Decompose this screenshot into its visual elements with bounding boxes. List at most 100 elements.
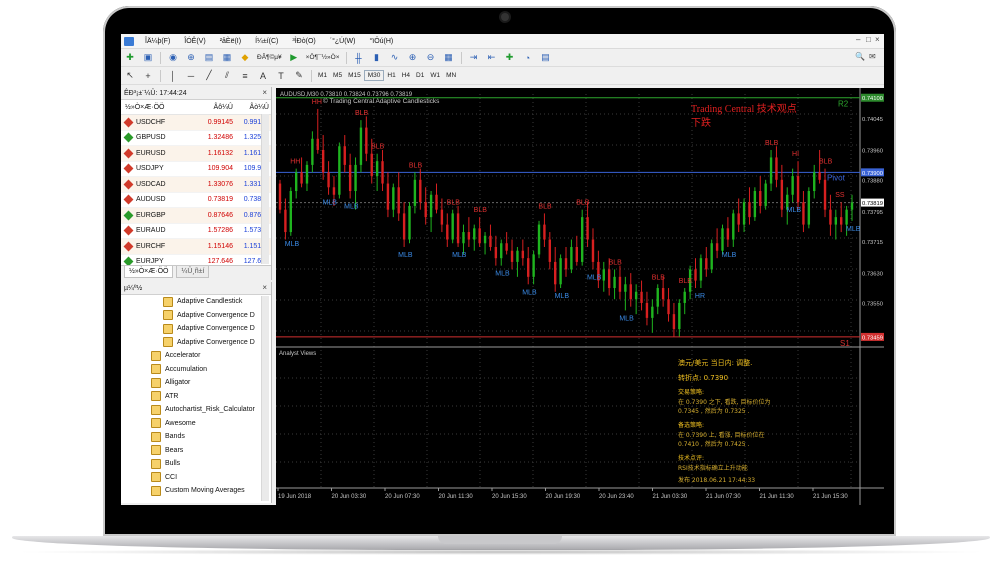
shapes-icon[interactable]: ✎	[292, 69, 306, 83]
navigator-item[interactable]: Bears	[121, 444, 271, 458]
menu-help[interactable]: °ïÖú(H)	[362, 38, 400, 45]
chat-icon[interactable]: ✉	[869, 52, 876, 61]
indicator-icon	[151, 364, 161, 375]
market-watch-row[interactable]: USDJPY 109.904 109.924	[121, 162, 271, 177]
strategy-tester-icon[interactable]: ◆	[238, 51, 252, 65]
navigator-item[interactable]: Awesome	[121, 417, 271, 431]
restore-icon[interactable]: □	[866, 35, 871, 44]
tile-windows-icon[interactable]: ▦	[442, 51, 456, 65]
analysis-text: 发布 2018.06.21 17:44:33	[678, 476, 755, 484]
vertical-line-icon[interactable]: │	[166, 69, 180, 83]
candle-body	[500, 243, 503, 259]
navigator-item[interactable]: Autochartist_Risk_Calculator	[121, 403, 271, 417]
navigator-icon[interactable]: ▤	[202, 51, 216, 65]
navigator-item[interactable]: Bands	[121, 430, 271, 444]
market-watch-icon[interactable]: ◉	[166, 51, 180, 65]
close-icon[interactable]: ×	[262, 88, 267, 97]
candle-body	[483, 235, 487, 244]
market-watch-row[interactable]: AUDUSD 0.73819 0.73844	[121, 193, 271, 208]
timeframe-h4[interactable]: H4	[399, 71, 413, 80]
column-header-ask[interactable]: Âò¼Û	[233, 104, 269, 111]
navigator-item[interactable]: Accelerator	[121, 349, 271, 363]
cursor-icon[interactable]: ↖	[123, 69, 137, 83]
tab-tick-chart[interactable]: ¼Û¸ñ±í	[176, 266, 210, 278]
navigator-item[interactable]: Adaptive Candlestick	[121, 295, 271, 309]
candle-body	[753, 191, 757, 218]
navigator-item[interactable]: Adaptive Convergence D	[121, 309, 271, 323]
market-watch-row[interactable]: EURCHF 1.15146 1.15182	[121, 239, 271, 255]
column-header-bid[interactable]: Âô¼Û	[195, 104, 233, 111]
indicators-icon[interactable]: ✚	[503, 51, 517, 65]
timeframe-h1[interactable]: H1	[384, 71, 398, 80]
periods-icon[interactable]: ◔	[521, 51, 535, 65]
menu-window[interactable]: ´°¿Ú(W)	[323, 38, 363, 45]
analysis-text: 备选策略:	[678, 421, 704, 429]
menu-tools[interactable]: ³ÌÐò(O)	[285, 38, 322, 45]
timeframe-mn[interactable]: MN	[443, 71, 459, 80]
minimize-icon[interactable]: –	[856, 35, 860, 44]
bar-chart-icon[interactable]: ╫	[352, 51, 366, 65]
timeframe-m5[interactable]: M5	[330, 71, 345, 80]
search-icon[interactable]: 🔍	[855, 52, 865, 61]
market-watch-row[interactable]: USDCHF 0.99145 0.99167	[121, 115, 271, 131]
data-window-icon[interactable]: ⊕	[184, 51, 198, 65]
autotrading-icon[interactable]: ▶	[287, 51, 301, 65]
text-icon[interactable]: A	[256, 69, 270, 83]
timeframe-m1[interactable]: M1	[315, 71, 330, 80]
market-watch-row[interactable]: EURGBP 0.87646 0.87669	[121, 208, 271, 224]
profiles-icon[interactable]: ▣	[141, 51, 155, 65]
symbol-name: EURAUD	[136, 227, 166, 235]
analysis-text: 转折点: 0.7390	[678, 373, 728, 382]
crosshair-icon[interactable]: +	[141, 69, 155, 83]
templates-icon[interactable]: ▤	[539, 51, 553, 65]
line-chart-icon[interactable]: ∿	[388, 51, 402, 65]
autotrading-button[interactable]: ×Ô¶¯½»Ò×	[303, 53, 343, 62]
trendline-icon[interactable]: ╱	[202, 69, 216, 83]
fibonacci-icon[interactable]: ≡	[238, 69, 252, 83]
candle-body	[645, 302, 649, 318]
scrollbar[interactable]	[261, 114, 269, 264]
navigator-item[interactable]: Adaptive Convergence D	[121, 336, 271, 350]
market-watch-row[interactable]: EURAUD 1.57286 1.57329	[121, 224, 271, 239]
menu-view[interactable]: ÎÓÊ(V)	[177, 38, 212, 45]
tab-symbols[interactable]: ½»Ò×Æ·ÖÖ	[124, 266, 174, 278]
market-watch-row[interactable]: EURUSD 1.16132 1.16151	[121, 146, 271, 162]
chart-window[interactable]: R2 Pivot S1 HH HH BLB BLB BLB BLB BLB BLB BLB BLB BLB…	[276, 88, 884, 505]
horizontal-line-icon[interactable]: ─	[184, 69, 198, 83]
close-icon[interactable]: ×	[875, 35, 880, 44]
scrollbar[interactable]	[261, 296, 269, 501]
close-icon[interactable]: ×	[262, 283, 267, 292]
menu-charts[interactable]: Í¼±í(C)	[248, 38, 285, 45]
zoom-in-icon[interactable]: ⊕	[406, 51, 420, 65]
navigator-item[interactable]: Adaptive Convergence D	[121, 322, 271, 336]
candlestick-icon[interactable]: ▮	[370, 51, 384, 65]
column-header-symbol[interactable]: ½»Ò×Æ·ÖÖ	[121, 104, 195, 111]
market-watch-title-bar: ÊÐ³¡±¨¼Û: 17:44:24 ×	[121, 87, 271, 100]
chart-shift-icon[interactable]: ⇥	[467, 51, 481, 65]
market-watch-row[interactable]: GBPUSD 1.32486 1.32509	[121, 131, 271, 146]
menu-file[interactable]: ÎÄ¼þ(F)	[138, 38, 177, 45]
navigator-item[interactable]: Custom Moving Averages	[121, 484, 271, 498]
zoom-out-icon[interactable]: ⊖	[424, 51, 438, 65]
timeframe-d1[interactable]: D1	[413, 71, 427, 80]
navigator-item[interactable]: Bulls	[121, 457, 271, 471]
menu-insert[interactable]: ²åÈë(I)	[213, 38, 248, 45]
audusd-chart[interactable]: R2 Pivot S1 HH HH BLB BLB BLB BLB BLB BLB BLB BLB BLB…	[276, 88, 884, 505]
market-watch-row[interactable]: USDCAD 1.33076 1.33104	[121, 177, 271, 193]
terminal-icon[interactable]: ▦	[220, 51, 234, 65]
new-chart-icon[interactable]: ✚	[123, 51, 137, 65]
channel-icon[interactable]: ⫽	[220, 69, 234, 83]
navigator-item[interactable]: Alligator	[121, 376, 271, 390]
indicator-icon	[151, 391, 161, 402]
timeframe-w1[interactable]: W1	[427, 71, 443, 80]
new-order-button[interactable]: ÐÂ¶©µ¥	[254, 53, 285, 62]
autoscroll-icon[interactable]: ⇤	[485, 51, 499, 65]
candle-body	[629, 284, 632, 300]
navigator-item[interactable]: ATR	[121, 390, 271, 404]
timeframe-m15[interactable]: M15	[345, 71, 364, 80]
navigator-item[interactable]: Accumulation	[121, 363, 271, 377]
navigator-panel: µ¼º½ × Adaptive Candlestick Adaptive Conv…	[121, 282, 272, 503]
timeframe-m30[interactable]: M30	[363, 70, 385, 81]
navigator-item[interactable]: CCI	[121, 471, 271, 485]
label-icon[interactable]: T	[274, 69, 288, 83]
